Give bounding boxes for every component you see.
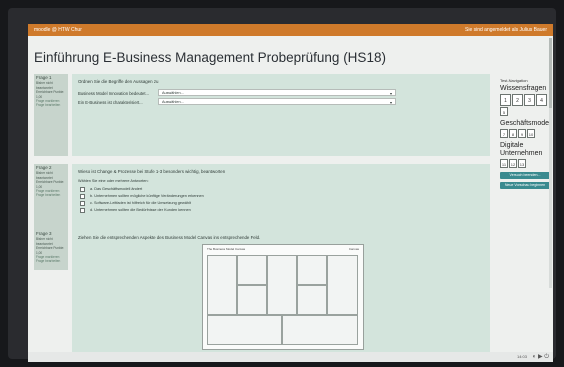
canvas-caption: The Business Model Canvas	[207, 247, 246, 251]
canvas-field[interactable]	[282, 315, 358, 345]
answer-option[interactable]: a. Das Geschäftsmodell ändert	[78, 186, 484, 193]
edit-question-link[interactable]: Frage bearbeiten	[36, 193, 66, 197]
select-value: Auswählen...	[162, 91, 184, 95]
question-number: Frage 2	[36, 165, 52, 170]
question-buttons: 1 2 3 4 5	[500, 94, 550, 116]
question-status: Bisher nicht beantwortet	[36, 81, 53, 90]
new-preview-button[interactable]: Neue Vorschau beginnen	[500, 182, 550, 189]
taskbar-clock: 14:03	[516, 354, 527, 359]
match-select[interactable]: Auswählen... ▾	[158, 89, 396, 96]
question-points: Erreichbare Punkte: 1,00	[36, 246, 65, 255]
option-label: a. Das Geschäftsmodell ändert	[90, 187, 143, 191]
taskbar: 14:03 ◐ ▶ ⏻	[28, 352, 553, 362]
nav-section-title: Digitale Unternehmen	[500, 142, 543, 157]
canvas-field[interactable]	[207, 255, 237, 315]
chevron-down-icon: ▾	[389, 100, 392, 105]
question-points: Erreichbare Punkte: 1,00	[36, 180, 65, 189]
answer-option[interactable]: b. Unternehmen sollten mögliche künftige…	[78, 193, 484, 200]
option-label: c. Software-Leitfaden ist hilfreich für …	[90, 201, 191, 205]
canvas-field[interactable]	[207, 315, 282, 345]
scrollbar-thumb[interactable]	[549, 38, 552, 108]
system-tray-icons[interactable]: ◐ ▶ ⏻	[533, 352, 549, 362]
question-status: Bisher nicht beantwortet	[36, 237, 53, 246]
browser-screen: moodle @ HTW Chur Sie sind angemeldet al…	[28, 24, 553, 362]
user-login-info[interactable]: Sie sind angemeldet als Julius Bauer	[465, 24, 547, 36]
canvas-field[interactable]	[327, 255, 358, 315]
question-nav-button[interactable]: 7	[500, 129, 508, 138]
site-brand-link[interactable]: moodle @ HTW Chur	[34, 24, 82, 36]
canvas-field[interactable]	[297, 255, 327, 285]
question-nav-button[interactable]: 8	[509, 129, 517, 138]
canvas-field[interactable]	[237, 255, 267, 285]
question-nav-button[interactable]: 5	[500, 107, 508, 116]
option-label: b. Unternehmen sollten mögliche künftige…	[90, 194, 204, 198]
edit-question-link[interactable]: Frage bearbeiten	[36, 259, 66, 263]
question-nav-button[interactable]: 11	[500, 159, 508, 168]
question-text: Ordnen Sie die Begriffe den Aussagen zu	[78, 79, 159, 84]
question-nav-button[interactable]: 1	[500, 94, 511, 106]
chevron-down-icon: ▾	[389, 91, 392, 96]
business-model-canvas-dropzone[interactable]: The Business Model Canvas Canvas	[202, 244, 364, 350]
monitor-frame: moodle @ HTW Chur Sie sind angemeldet al…	[8, 8, 556, 362]
question-nav-button[interactable]: 10	[527, 129, 535, 138]
checkbox[interactable]	[80, 187, 85, 192]
checkbox[interactable]	[80, 201, 85, 206]
question-buttons: 7 8 9 10	[500, 129, 550, 138]
page-title: Einführung E-Business Management Probepr…	[34, 50, 386, 65]
answer-option[interactable]: d. Unternehmen sollten die Bedürfnisse d…	[78, 207, 484, 214]
question-status: Bisher nicht beantwortet	[36, 171, 53, 180]
question-points: Erreichbare Punkte: 1,00	[36, 90, 65, 99]
checkbox[interactable]	[80, 194, 85, 199]
match-stem: Ein E-Business ist charakterisiert...	[78, 100, 143, 105]
question-2-info: Frage 2 Bisher nicht beantwortet Erreich…	[34, 164, 68, 240]
question-number: Frage 3	[36, 231, 52, 236]
option-label: d. Unternehmen sollten die Bedürfnisse d…	[90, 208, 191, 212]
question-text: Wieso ist Change & Prozesse bei Stufe 1-…	[78, 169, 226, 174]
finish-attempt-button[interactable]: Versuch beenden...	[500, 172, 550, 179]
match-row: Ein E-Business ist charakterisiert... Au…	[78, 98, 484, 107]
question-text: Ziehen Sie die entsprechenden Aspekte de…	[78, 235, 261, 240]
question-number: Frage 1	[36, 75, 52, 80]
question-nav-button[interactable]: 2	[512, 94, 523, 106]
match-row: Business Model Innovation bedeutet... Au…	[78, 89, 484, 98]
checkbox[interactable]	[80, 208, 85, 213]
match-stem: Business Model Innovation bedeutet...	[78, 91, 150, 96]
question-3-content: Ziehen Sie die entsprechenden Aspekte de…	[72, 230, 490, 352]
answer-hint: Wählen Sie eine oder mehrere Antworten:	[78, 179, 149, 183]
nav-section-title: Wissensfragen	[500, 85, 547, 92]
question-2-content: Wieso ist Change & Prozesse bei Stufe 1-…	[72, 164, 490, 240]
canvas-field[interactable]	[237, 285, 267, 315]
canvas-field[interactable]	[267, 255, 297, 315]
question-nav-button[interactable]: 3	[524, 94, 535, 106]
question-nav-button[interactable]: 13	[518, 159, 526, 168]
navigation-title: Test-Navigation	[500, 78, 528, 83]
question-buttons: 11 12 13	[500, 159, 550, 168]
question-3-info: Frage 3 Bisher nicht beantwortet Erreich…	[34, 230, 68, 270]
question-1-content: Ordnen Sie die Begriffe den Aussagen zu …	[72, 74, 490, 156]
top-navbar: moodle @ HTW Chur Sie sind angemeldet al…	[28, 24, 553, 36]
question-nav-button[interactable]: 9	[518, 129, 526, 138]
edit-question-link[interactable]: Frage bearbeiten	[36, 103, 66, 107]
question-nav-button[interactable]: 12	[509, 159, 517, 168]
quiz-navigation: Test-Navigation Wissensfragen 1 2 3 4 5 …	[500, 78, 553, 189]
nav-section-title: Geschäftsmodell	[500, 120, 553, 127]
question-nav-button[interactable]: 4	[536, 94, 547, 106]
canvas-field[interactable]	[297, 285, 327, 315]
answer-option[interactable]: c. Software-Leitfaden ist hilfreich für …	[78, 200, 484, 207]
canvas-caption-right: Canvas	[348, 247, 359, 251]
question-1-info: Frage 1 Bisher nicht beantwortet Erreich…	[34, 74, 68, 156]
page-scrollbar[interactable]	[549, 38, 552, 288]
select-value: Auswählen...	[162, 100, 184, 104]
match-select[interactable]: Auswählen... ▾	[158, 98, 396, 105]
